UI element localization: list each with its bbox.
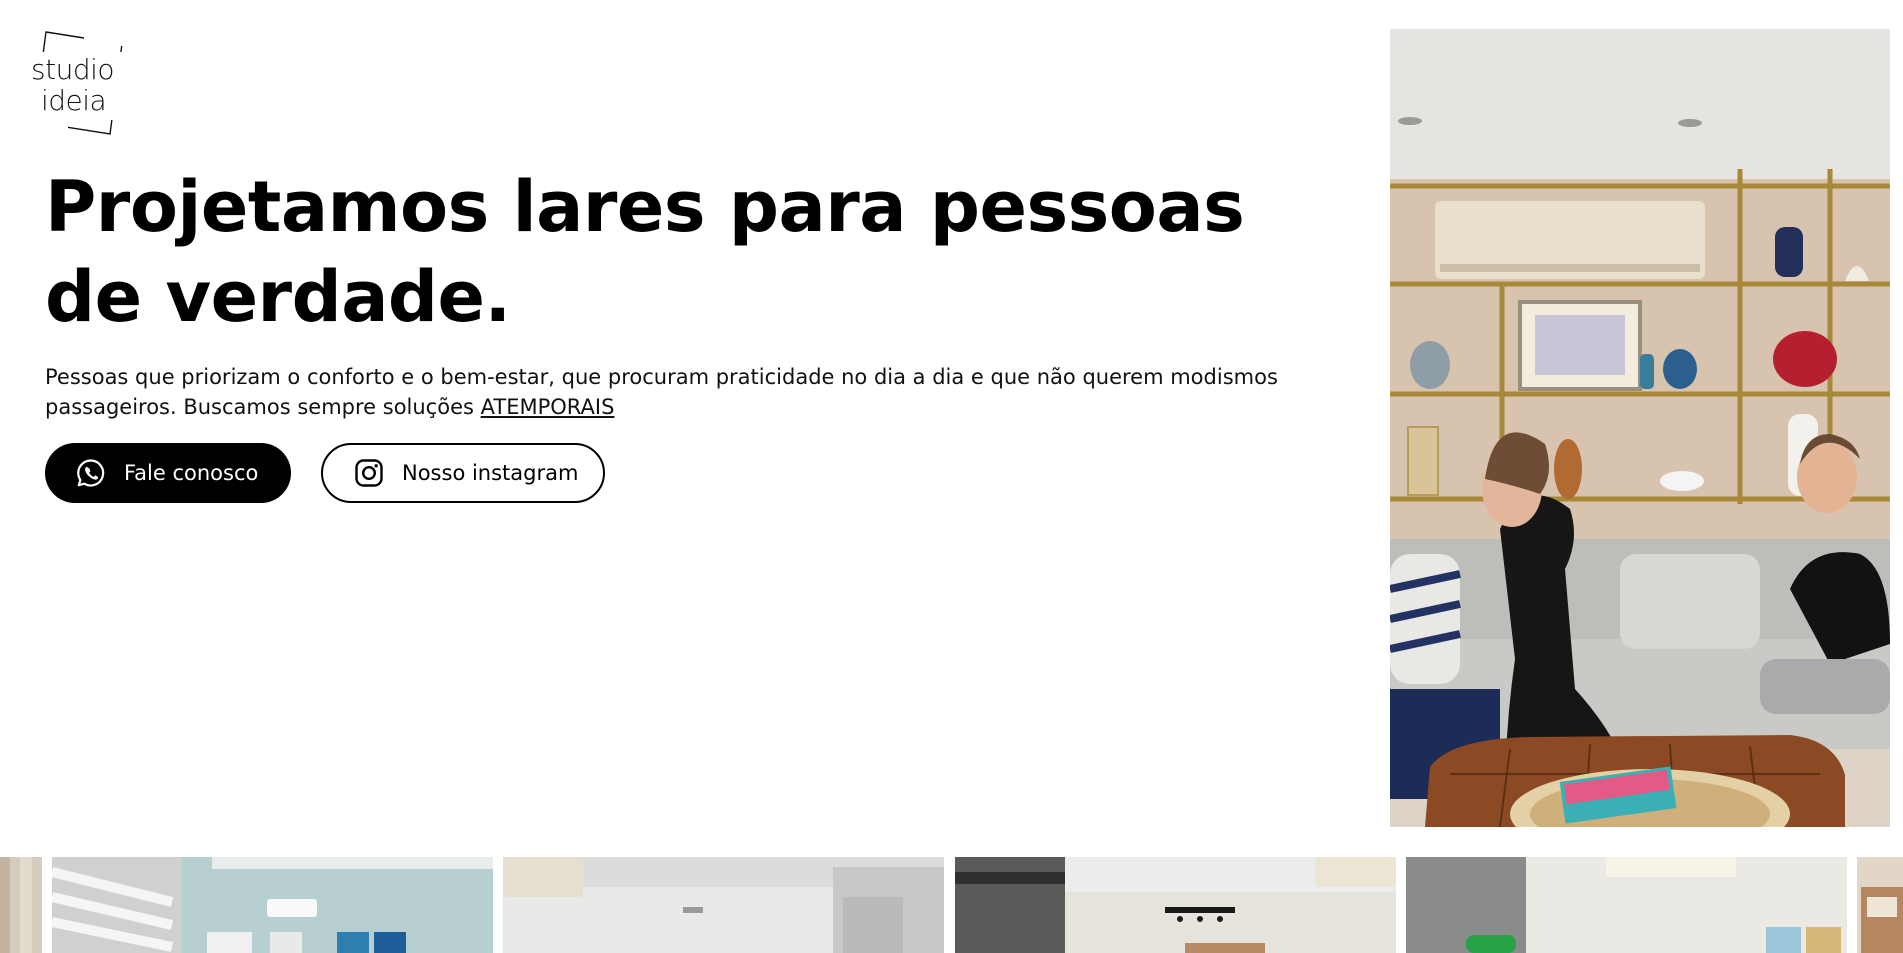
gallery-photo-2[interactable] <box>52 857 493 953</box>
instagram-icon <box>353 457 385 489</box>
contact-whatsapp-button[interactable]: Fale conosco <box>45 443 291 503</box>
atemporais-link[interactable]: ATEMPORAIS <box>481 395 615 419</box>
project-gallery-strip <box>0 857 1903 953</box>
logo-text: studio ideia <box>31 53 115 117</box>
whatsapp-icon <box>75 457 107 489</box>
gallery-photo-1[interactable] <box>0 857 42 953</box>
hero-description-text: Pessoas que priorizam o conforto e o bem… <box>45 365 1278 419</box>
gallery-photo-5[interactable] <box>1406 857 1847 953</box>
logo-line-2: ideia <box>41 84 107 117</box>
hero-headline: Projetamos lares para pessoas de verdade… <box>45 166 1245 338</box>
gallery-photo-4[interactable] <box>955 857 1396 953</box>
studio-ideia-logo[interactable]: studio ideia <box>28 30 128 140</box>
hero-description: Pessoas que priorizam o conforto e o bem… <box>45 362 1315 422</box>
instagram-button[interactable]: Nosso instagram <box>321 443 605 503</box>
logo-line-1: studio <box>31 53 115 86</box>
gallery-photo-3[interactable] <box>503 857 944 953</box>
gallery-photo-6[interactable] <box>1857 857 1903 953</box>
hero-photo-couple-living-room <box>1390 29 1890 827</box>
whatsapp-button-label: Fale conosco <box>124 461 259 485</box>
instagram-button-label: Nosso instagram <box>402 461 579 485</box>
